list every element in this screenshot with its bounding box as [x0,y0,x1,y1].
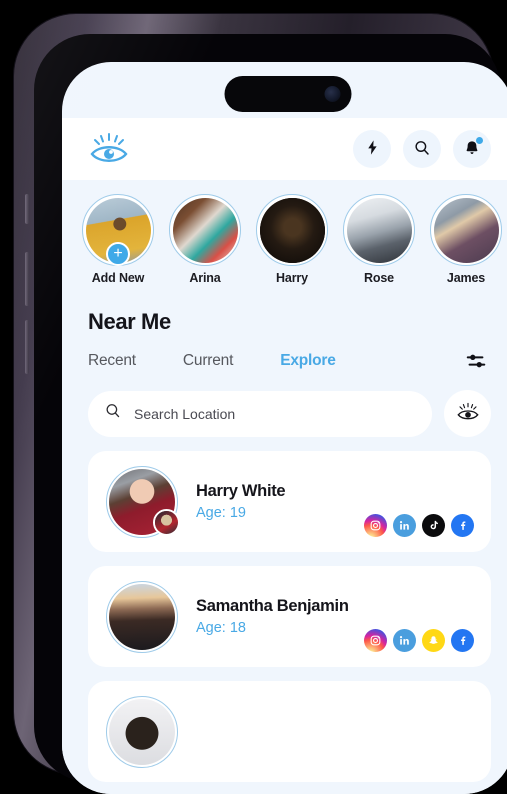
person-name: Samantha Benjamin [196,597,349,615]
phone-frame: + Add New Arina Harry Rose James Near Me… [14,14,507,794]
header-actions [353,130,491,168]
avatar-wrap [106,695,178,768]
story-ring [430,194,502,266]
person-card[interactable] [88,681,491,782]
person-info [196,730,473,734]
story-photo [259,197,325,263]
phone-bezel: + Add New Arina Harry Rose James Near Me… [34,34,507,794]
person-name: Harry White [196,482,286,500]
story-ring: + [82,194,154,266]
app-scroll-body[interactable]: + Add New Arina Harry Rose James Near Me… [62,180,507,794]
facebook-icon[interactable] [451,629,474,652]
tiktok-icon[interactable] [422,514,445,537]
person-card[interactable]: Samantha Benjamin Age: 18 [88,566,491,667]
story-photo [346,197,412,263]
tabs-bar: Recent Current Explore [88,348,491,374]
story-label: Rose [364,271,394,285]
story-item-arina[interactable]: Arina [169,194,241,285]
eye-icon [456,402,480,425]
avatar-wrap [106,580,178,653]
avatar [106,695,178,768]
tab-recent[interactable]: Recent [88,352,136,370]
story-label: James [446,271,486,285]
phone-screen: + Add New Arina Harry Rose James Near Me… [62,62,507,794]
story-item-harry[interactable]: Harry [256,194,328,285]
stories-carousel[interactable]: + Add New Arina Harry Rose James [62,180,507,291]
dynamic-island [224,76,351,112]
search-icon-button[interactable] [403,130,441,168]
search-icon [413,139,431,160]
tab-explore[interactable]: Explore [280,352,336,370]
instagram-icon[interactable] [364,629,387,652]
bell-icon-button[interactable] [453,130,491,168]
front-camera-icon [324,86,340,102]
search-row [88,390,491,437]
facebook-icon[interactable] [451,514,474,537]
story-item-james[interactable]: James [430,194,502,285]
story-item-rose[interactable]: Rose [343,194,415,285]
story-label: Harry [276,271,308,285]
snapchat-icon[interactable] [422,629,445,652]
avatar-badge [153,508,180,536]
social-links [364,629,474,652]
people-list: Harry White Age: 19 Samantha Benjamin Ag… [88,451,491,782]
story-ring [256,194,328,266]
filter-sliders-icon[interactable] [461,348,491,374]
avatar [106,580,178,653]
linkedin-icon[interactable] [393,514,416,537]
flash-icon [364,139,381,159]
instagram-icon[interactable] [364,514,387,537]
flash-icon-button[interactable] [353,130,391,168]
story-label: Arina [189,271,221,285]
story-ring [343,194,415,266]
story-label: Add New [91,271,145,285]
search-input[interactable] [134,405,416,422]
notification-badge-dot [475,136,484,145]
story-ring [169,194,241,266]
search-icon [104,402,122,425]
story-photo [172,197,238,263]
person-card[interactable]: Harry White Age: 19 [88,451,491,552]
search-bar[interactable] [88,390,432,437]
volume-down-button[interactable] [25,320,29,374]
linkedin-icon[interactable] [393,629,416,652]
avatar-wrap [106,465,180,538]
volume-up-button[interactable] [25,252,29,306]
story-photo [433,197,499,263]
plus-icon[interactable]: + [106,242,130,266]
story-item-add-new[interactable]: + Add New [82,194,154,285]
app-header [62,118,507,180]
page-title: Near Me [88,309,171,334]
eye-icon-button[interactable] [444,390,491,437]
tab-current[interactable]: Current [183,352,233,370]
eye-logo-icon [88,132,130,166]
silent-switch-button[interactable] [25,194,29,224]
social-links [364,514,474,537]
